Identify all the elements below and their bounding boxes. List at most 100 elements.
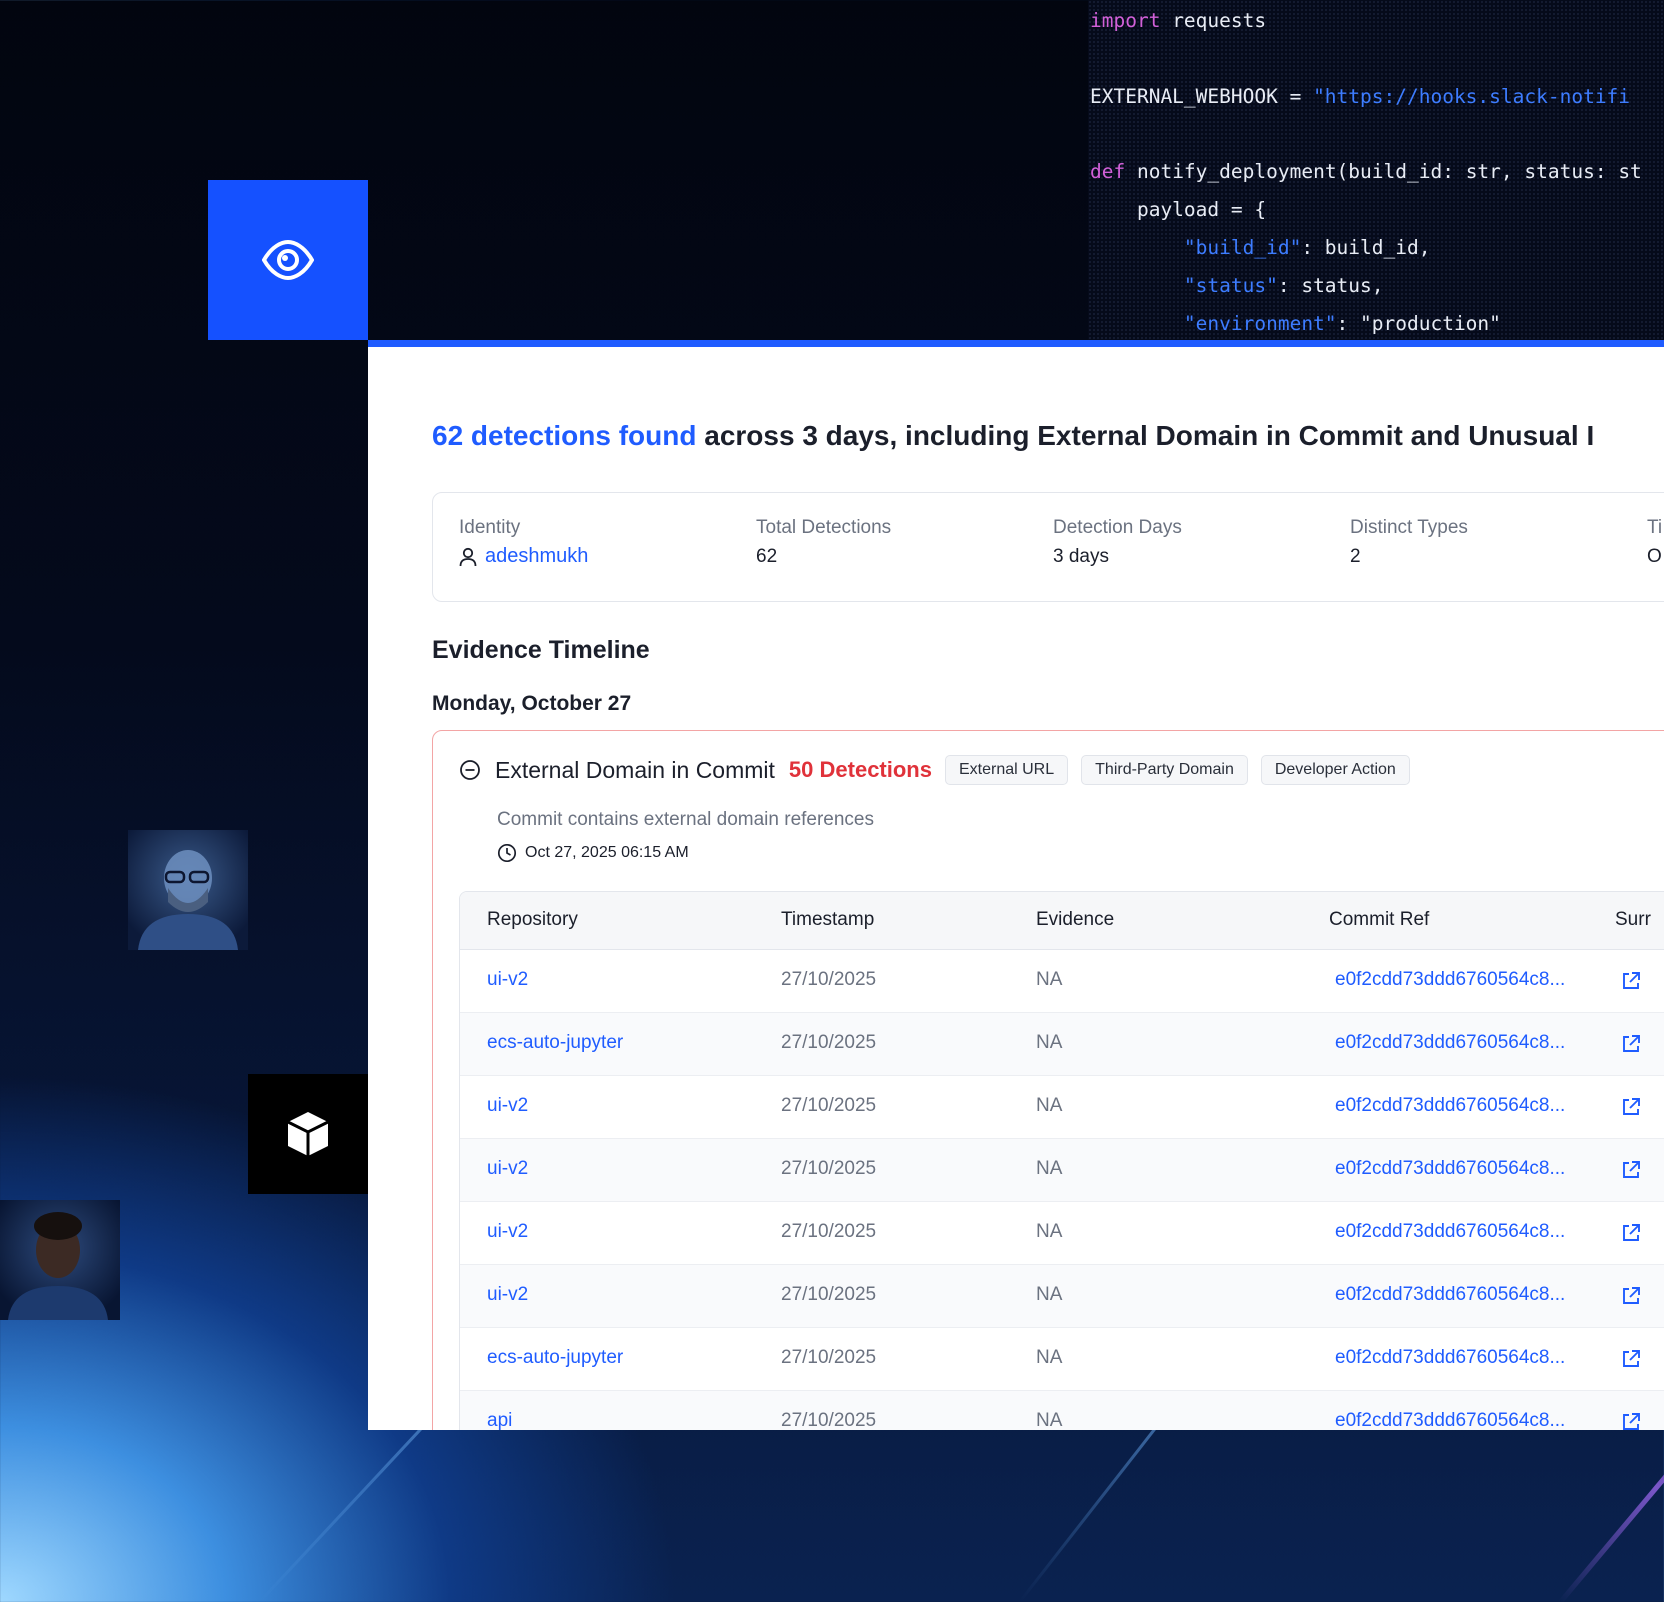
column-evidence[interactable]: Evidence [1036,909,1114,931]
identity-link[interactable]: adeshmukh [459,545,588,568]
distinct-types-label: Distinct Types [1350,517,1468,538]
row-evidence: NA [1036,969,1063,990]
code-line: payload = { [1090,198,1267,221]
repository-link[interactable]: ecs-auto-jupyter [487,1347,623,1369]
detection-group-header: External Domain in Commit 50 Detections … [459,755,1410,785]
repository-link[interactable]: api [487,1410,512,1430]
repository-link[interactable]: ui-v2 [487,1284,528,1306]
detection-time-text: Oct 27, 2025 06:15 AM [525,844,689,861]
total-detections-label: Total Detections [756,517,892,538]
commit-ref-link[interactable]: e0f2cdd73ddd6760564c8... [1335,1032,1565,1054]
table-row[interactable]: ui-v2 27/10/2025 NA e0f2cdd73ddd6760564c8..… [460,1202,1664,1265]
external-link-icon[interactable] [1620,1411,1642,1430]
row-timestamp: 27/10/2025 [781,1032,877,1053]
tag-third-party-domain: Third-Party Domain [1081,755,1248,785]
commit-ref-link[interactable]: e0f2cdd73ddd6760564c8... [1335,1284,1565,1306]
table-row[interactable]: ui-v2 27/10/2025 NA e0f2cdd73ddd6760564c8..… [460,1076,1664,1139]
row-evidence: NA [1036,1284,1063,1305]
person-silhouette-icon [8,1212,108,1320]
detection-group-card: External Domain in Commit 50 Detections … [432,730,1664,1430]
column-truncated[interactable]: Surr [1615,909,1651,931]
headline-rest: across 3 days, including External Domain… [696,420,1595,451]
external-link-icon[interactable] [1620,970,1642,992]
truncated-stat: Ti O [1647,517,1662,568]
column-commit-ref[interactable]: Commit Ref [1329,909,1429,931]
external-link-icon[interactable] [1620,1348,1642,1370]
row-timestamp: 27/10/2025 [781,969,877,990]
avatar-photo [128,830,248,950]
commit-ref-link[interactable]: e0f2cdd73ddd6760564c8... [1335,1347,1565,1369]
column-timestamp[interactable]: Timestamp [781,909,874,931]
code-snippet: import requests EXTERNAL_WEBHOOK = "https… [1090,8,1664,338]
detection-count: 50 Detections [788,757,932,782]
row-timestamp: 27/10/2025 [781,1284,877,1305]
user-icon [459,547,477,566]
table-row[interactable]: api 27/10/2025 NA e0f2cdd73ddd6760564c8... [460,1391,1664,1430]
minus-circle-icon[interactable] [459,759,481,781]
detection-type-title: External Domain in Commit [495,756,775,783]
code-line: EXTERNAL_WEBHOOK = "https://hooks.slack-… [1090,85,1631,108]
summary-card: Identity adeshmukh Total Detections 62 D… [432,492,1664,602]
clock-icon [497,843,517,863]
table-row[interactable]: ecs-auto-jupyter 27/10/2025 NA e0f2cdd73ddd… [460,1328,1664,1391]
table-row[interactable]: ui-v2 27/10/2025 NA e0f2cdd73ddd6760564c8..… [460,1139,1664,1202]
column-repository[interactable]: Repository [487,909,578,931]
detection-days-label: Detection Days [1053,517,1182,538]
table-row[interactable]: ui-v2 27/10/2025 NA e0f2cdd73ddd6760564c8..… [460,950,1664,1013]
code-line: "status": status, [1090,274,1384,297]
repository-link[interactable]: ui-v2 [487,969,528,991]
timeline-day-heading: Monday, October 27 [432,692,632,715]
table-row[interactable]: ui-v2 27/10/2025 NA e0f2cdd73ddd6760564c8..… [460,1265,1664,1328]
external-link-icon[interactable] [1620,1096,1642,1118]
cube-tile [248,1074,368,1194]
person-silhouette-icon [138,850,238,950]
repository-link[interactable]: ui-v2 [487,1221,528,1243]
external-link-icon[interactable] [1620,1033,1642,1055]
commit-ref-link[interactable]: e0f2cdd73ddd6760564c8... [1335,969,1565,991]
distinct-types-stat: Distinct Types 2 [1350,517,1468,568]
panel-accent-bar [368,340,1664,347]
commit-ref-link[interactable]: e0f2cdd73ddd6760564c8... [1335,1410,1565,1430]
code-line: def notify_deployment(build_id: str, sta… [1090,160,1642,183]
evidence-timeline-title: Evidence Timeline [432,636,650,664]
repository-link[interactable]: ecs-auto-jupyter [487,1032,623,1054]
identity-label: Identity [459,517,521,538]
commit-ref-link[interactable]: e0f2cdd73ddd6760564c8... [1335,1221,1565,1243]
row-timestamp: 27/10/2025 [781,1158,877,1179]
row-timestamp: 27/10/2025 [781,1410,877,1430]
repository-link[interactable]: ui-v2 [487,1158,528,1180]
detections-highlight: 62 detections found [432,420,697,451]
total-detections-value: 62 [756,546,778,567]
table-row[interactable]: ecs-auto-jupyter 27/10/2025 NA e0f2cdd73ddd… [460,1013,1664,1076]
code-line: "environment": "production" [1090,312,1501,335]
repository-link[interactable]: ui-v2 [487,1095,528,1117]
commit-ref-link[interactable]: e0f2cdd73ddd6760564c8... [1335,1095,1565,1117]
evidence-table: Repository Timestamp Evidence Commit Ref… [459,891,1664,1430]
code-line: import requests [1090,9,1267,32]
identity-stat: Identity adeshmukh [459,517,588,568]
detection-report-panel: 62 detections found across 3 days, inclu… [368,340,1664,1430]
row-evidence: NA [1036,1158,1063,1179]
external-link-icon[interactable] [1620,1285,1642,1307]
row-evidence: NA [1036,1410,1063,1430]
identity-value: adeshmukh [485,545,589,567]
row-evidence: NA [1036,1347,1063,1368]
detection-timestamp: Oct 27, 2025 06:15 AM [497,843,689,863]
table-header: Repository Timestamp Evidence Commit Ref… [460,892,1664,950]
row-evidence: NA [1036,1032,1063,1053]
commit-ref-link[interactable]: e0f2cdd73ddd6760564c8... [1335,1158,1565,1180]
row-timestamp: 27/10/2025 [781,1347,877,1368]
external-link-icon[interactable] [1620,1159,1642,1181]
row-timestamp: 27/10/2025 [781,1095,877,1116]
distinct-types-value: 2 [1350,546,1361,567]
report-headline: 62 detections found across 3 days, inclu… [432,420,1594,452]
truncated-stat-value: O [1647,546,1662,567]
external-link-icon[interactable] [1620,1222,1642,1244]
total-detections-stat: Total Detections 62 [756,517,891,568]
detection-description: Commit contains external domain referenc… [497,809,875,830]
eye-icon [262,240,314,280]
row-evidence: NA [1036,1221,1063,1242]
tag-external-url: External URL [944,755,1069,785]
detection-days-stat: Detection Days 3 days [1053,517,1182,568]
row-evidence: NA [1036,1095,1063,1116]
